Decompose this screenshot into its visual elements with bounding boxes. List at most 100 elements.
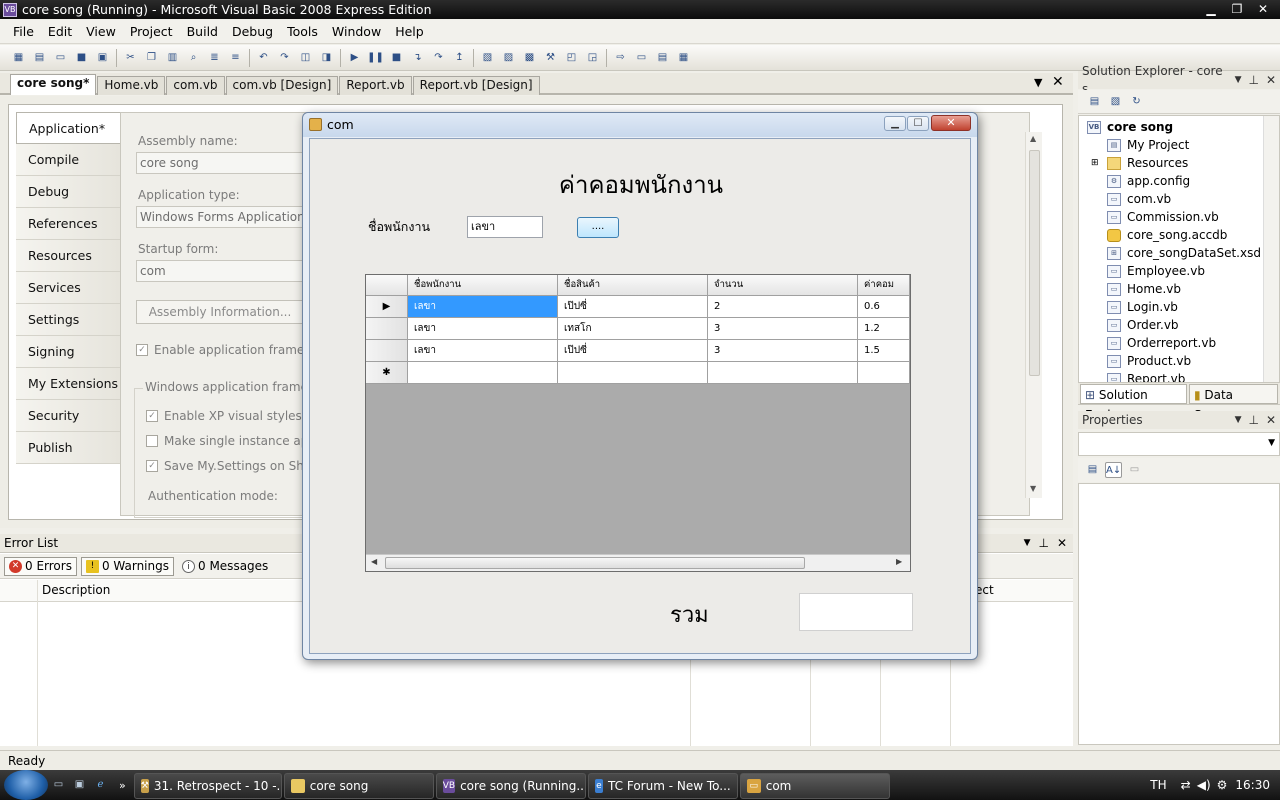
form-maximize-button[interactable]: ☐: [907, 115, 929, 131]
paste-icon[interactable]: ▥: [164, 50, 181, 66]
start-debug-icon[interactable]: ▶: [346, 50, 363, 66]
side-tab-my-extensions[interactable]: My Extensions: [16, 368, 120, 400]
format-icon[interactable]: ⇨: [612, 50, 629, 66]
grid-cell[interactable]: เทสโก: [558, 318, 708, 340]
taskbar-item-core-song-folder[interactable]: core song: [283, 773, 434, 799]
horizontal-scroll-thumb[interactable]: [385, 557, 805, 569]
panel-dropdown-icon[interactable]: ▼: [1235, 411, 1242, 429]
scroll-up-icon[interactable]: ▲: [1030, 134, 1036, 143]
total-value-field[interactable]: [799, 593, 913, 631]
panel-dropdown-icon[interactable]: ▼: [1235, 71, 1242, 89]
grid-cell[interactable]: 1.5: [858, 340, 910, 362]
clock[interactable]: 16:30: [1235, 778, 1270, 792]
grid-cell[interactable]: เป๊ปซี่: [558, 340, 708, 362]
column-header-quantity[interactable]: จำนวน: [708, 275, 858, 296]
scrollbar-thumb[interactable]: [1029, 150, 1040, 376]
explorer-icon[interactable]: ▣: [71, 777, 88, 793]
tab-core-song[interactable]: core song*: [10, 74, 97, 95]
volume-icon[interactable]: ◀): [1197, 778, 1211, 792]
minimize-button[interactable]: ▁: [1198, 1, 1224, 18]
properties-object-select[interactable]: ▼: [1078, 432, 1280, 456]
grid-cell[interactable]: เลขา: [408, 340, 558, 362]
grid-cell[interactable]: 3: [708, 340, 858, 362]
solution-explorer-icon[interactable]: ▧: [479, 50, 496, 66]
row-header[interactable]: ▶: [366, 296, 408, 318]
grid-cell-new[interactable]: [408, 362, 558, 384]
single-instance-checkbox[interactable]: Make single instance appl: [146, 434, 319, 448]
save-all-icon[interactable]: ▣: [94, 50, 111, 66]
designer-scrollbar[interactable]: ▲ ▼: [1025, 132, 1042, 498]
row-header[interactable]: [366, 318, 408, 340]
new-row-header[interactable]: ✱: [366, 362, 408, 384]
expand-icon[interactable]: ⊞: [1091, 154, 1107, 172]
tab-report-vb-design[interactable]: Report.vb [Design]: [412, 76, 540, 95]
tree-item-employee-vb[interactable]: ▭ Employee.vb: [1087, 262, 1279, 280]
find-icon[interactable]: ⌕: [185, 50, 202, 66]
menu-view[interactable]: View: [79, 20, 123, 44]
properties-icon[interactable]: ▧: [1107, 94, 1124, 110]
tree-item-database[interactable]: core_song.accdb: [1087, 226, 1279, 244]
tree-item-login-vb[interactable]: ▭ Login.vb: [1087, 298, 1279, 316]
side-tab-references[interactable]: References: [16, 208, 120, 240]
copy-icon[interactable]: ❐: [143, 50, 160, 66]
layout-grid-icon[interactable]: ▦: [675, 50, 692, 66]
redo-icon[interactable]: ↷: [276, 50, 293, 66]
show-desktop-icon[interactable]: ▭: [50, 777, 67, 793]
tab-solution-explorer[interactable]: ⊞ Solution Explo...: [1080, 383, 1187, 422]
side-tab-settings[interactable]: Settings: [16, 304, 120, 336]
side-tab-debug[interactable]: Debug: [16, 176, 120, 208]
description-column-header[interactable]: Description: [42, 583, 110, 597]
close-button[interactable]: ✕: [1250, 1, 1276, 18]
step-out-icon[interactable]: ↥: [451, 50, 468, 66]
grid-cell[interactable]: 1.2: [858, 318, 910, 340]
tree-item-app-config[interactable]: ⚙ app.config: [1087, 172, 1279, 190]
menu-build[interactable]: Build: [180, 20, 225, 44]
grid-cell[interactable]: เลขา: [408, 296, 558, 318]
application-type-select[interactable]: Windows Forms Application: [136, 206, 306, 228]
taskbar-item-visual-basic[interactable]: VB core song (Running...: [435, 773, 586, 799]
tab-report-vb[interactable]: Report.vb: [339, 76, 412, 95]
side-tab-compile[interactable]: Compile: [16, 144, 120, 176]
language-indicator[interactable]: TH: [1150, 778, 1166, 792]
internet-explorer-icon[interactable]: ℯ: [92, 777, 109, 793]
warnings-filter-button[interactable]: ! 0 Warnings: [80, 556, 174, 576]
grid-cell[interactable]: 3: [708, 318, 858, 340]
tree-item-order-vb[interactable]: ▭ Order.vb: [1087, 316, 1279, 334]
startup-form-select[interactable]: com: [136, 260, 306, 282]
enable-application-framework-checkbox[interactable]: ✓ Enable application framewo: [136, 343, 321, 357]
form-minimize-button[interactable]: ▁: [884, 115, 906, 131]
tab-dropdown-icon[interactable]: ▼: [1034, 76, 1042, 89]
grid-cell[interactable]: 0.6: [858, 296, 910, 318]
close-tab-icon[interactable]: ✕: [1052, 74, 1064, 90]
messages-filter-button[interactable]: i0 Messages: [182, 559, 268, 573]
property-pages-icon[interactable]: ▭: [1126, 462, 1143, 478]
tab-data-sources[interactable]: ▮ Data Sources: [1188, 383, 1278, 422]
panel-dropdown-icon[interactable]: ▼: [1024, 534, 1031, 552]
grid-cell-new[interactable]: [558, 362, 708, 384]
scroll-left-icon[interactable]: ◀: [371, 557, 377, 566]
tray-icon[interactable]: ⚙: [1217, 778, 1228, 792]
refresh-icon[interactable]: ↻: [1128, 94, 1145, 110]
grid-cell-new[interactable]: [858, 362, 910, 384]
panel-close-icon[interactable]: ✕: [1266, 71, 1276, 89]
tree-item-home-vb[interactable]: ▭ Home.vb: [1087, 280, 1279, 298]
maximize-button[interactable]: ❐: [1224, 1, 1250, 18]
column-header-product[interactable]: ชื่อสินค้า: [558, 275, 708, 296]
menu-project[interactable]: Project: [123, 20, 180, 44]
tab-order-icon[interactable]: ▭: [633, 50, 650, 66]
quicklaunch-more-icon[interactable]: »: [119, 779, 126, 792]
tab-home-vb[interactable]: Home.vb: [97, 76, 166, 95]
panel-close-icon[interactable]: ✕: [1057, 534, 1067, 552]
tree-item-orderreport-vb[interactable]: ▭ Orderreport.vb: [1087, 334, 1279, 352]
save-icon[interactable]: ■: [73, 50, 90, 66]
toolbox-icon[interactable]: ⚒: [542, 50, 559, 66]
panel-close-icon[interactable]: ✕: [1266, 411, 1276, 429]
browse-employee-button[interactable]: ....: [577, 217, 619, 238]
grid-cell[interactable]: 2: [708, 296, 858, 318]
save-settings-checkbox[interactable]: ✓ Save My.Settings on Shutd: [146, 459, 324, 473]
start-page-icon[interactable]: ◰: [563, 50, 580, 66]
layout-icon[interactable]: ▤: [654, 50, 671, 66]
pin-icon[interactable]: ⊥: [1038, 534, 1048, 552]
scroll-down-icon[interactable]: ▼: [1030, 484, 1036, 493]
undo-icon[interactable]: ↶: [255, 50, 272, 66]
